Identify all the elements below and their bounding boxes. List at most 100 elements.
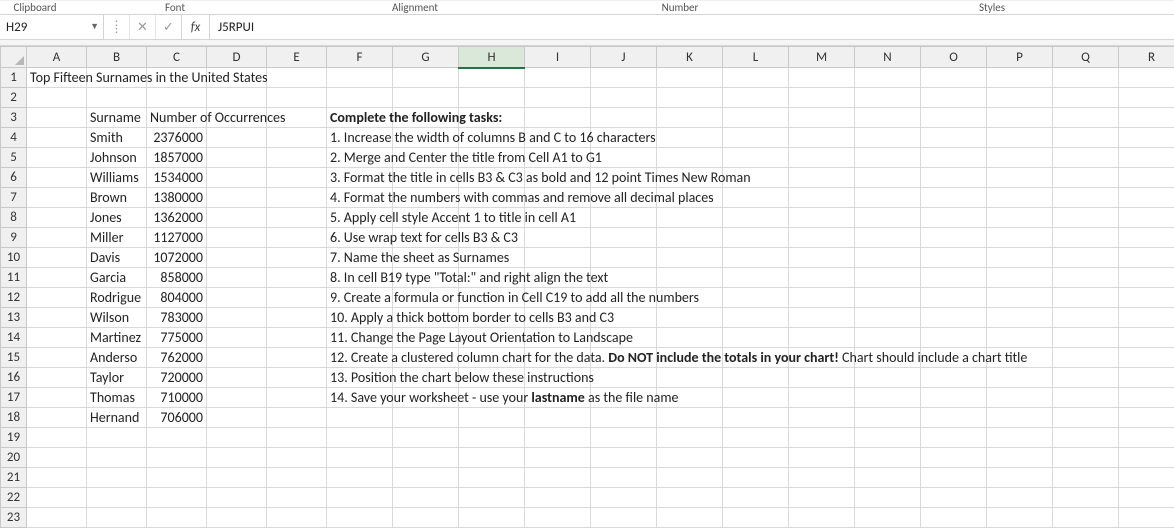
formula-input[interactable]: J5RPUI (210, 15, 1174, 39)
cell-E11[interactable] (267, 268, 327, 288)
cell-E7[interactable] (267, 188, 327, 208)
row-header-14[interactable]: 14 (1, 328, 27, 348)
cell-G22[interactable] (393, 488, 459, 508)
cell-A20[interactable] (27, 448, 87, 468)
cell-F22[interactable] (327, 488, 393, 508)
cell-P4[interactable] (987, 128, 1053, 148)
cell-M12[interactable] (789, 288, 855, 308)
cell-M3[interactable] (789, 108, 855, 128)
column-header-F[interactable]: F (327, 47, 393, 68)
cell-F12[interactable]: 9. Create a formula or function in Cell … (327, 288, 393, 308)
cell-N4[interactable] (855, 128, 921, 148)
row-header-22[interactable]: 22 (1, 488, 27, 508)
cell-O6[interactable] (921, 168, 987, 188)
cell-D17[interactable] (207, 388, 267, 408)
cell-I10[interactable] (525, 248, 591, 268)
cell-D19[interactable] (207, 428, 267, 448)
cell-L9[interactable] (723, 228, 789, 248)
cell-O19[interactable] (921, 428, 987, 448)
cell-E16[interactable] (267, 368, 327, 388)
cell-B13[interactable]: Wilson (87, 308, 147, 328)
cell-B2[interactable] (87, 88, 147, 108)
cell-E2[interactable] (267, 88, 327, 108)
cell-E5[interactable] (267, 148, 327, 168)
cell-D9[interactable] (207, 228, 267, 248)
cell-A16[interactable] (27, 368, 87, 388)
cell-O14[interactable] (921, 328, 987, 348)
cell-O17[interactable] (921, 388, 987, 408)
cell-E14[interactable] (267, 328, 327, 348)
cell-M17[interactable] (789, 388, 855, 408)
cell-D7[interactable] (207, 188, 267, 208)
cell-L5[interactable] (723, 148, 789, 168)
cell-A17[interactable] (27, 388, 87, 408)
cell-E1[interactable] (267, 68, 327, 88)
cell-F8[interactable]: 5. Apply cell style Accent 1 to title in… (327, 208, 393, 228)
cell-O21[interactable] (921, 468, 987, 488)
cell-O16[interactable] (921, 368, 987, 388)
cell-Q13[interactable] (1053, 308, 1119, 328)
cell-H21[interactable] (459, 468, 525, 488)
cell-H2[interactable] (459, 88, 525, 108)
cell-F13[interactable]: 10. Apply a thick bottom border to cells… (327, 308, 393, 328)
cell-C7[interactable]: 1380000 (147, 188, 207, 208)
cell-K22[interactable] (657, 488, 723, 508)
cell-A4[interactable] (27, 128, 87, 148)
cell-H22[interactable] (459, 488, 525, 508)
cell-G2[interactable] (393, 88, 459, 108)
cell-M5[interactable] (789, 148, 855, 168)
cell-F7[interactable]: 4. Format the numbers with commas and re… (327, 188, 393, 208)
cell-A21[interactable] (27, 468, 87, 488)
cell-F16[interactable]: 13. Position the chart below these instr… (327, 368, 393, 388)
cell-F20[interactable] (327, 448, 393, 468)
cell-J20[interactable] (591, 448, 657, 468)
cell-Q14[interactable] (1053, 328, 1119, 348)
cell-Q8[interactable] (1053, 208, 1119, 228)
cell-P3[interactable] (987, 108, 1053, 128)
cell-N10[interactable] (855, 248, 921, 268)
cell-C17[interactable]: 710000 (147, 388, 207, 408)
cell-G20[interactable] (393, 448, 459, 468)
cell-B18[interactable]: Hernand (87, 408, 147, 428)
cell-R20[interactable] (1119, 448, 1174, 468)
row-header-13[interactable]: 13 (1, 308, 27, 328)
cell-D2[interactable] (207, 88, 267, 108)
cell-I18[interactable] (525, 408, 591, 428)
cell-M8[interactable] (789, 208, 855, 228)
cell-I22[interactable] (525, 488, 591, 508)
cell-B22[interactable] (87, 488, 147, 508)
cell-C4[interactable]: 2376000 (147, 128, 207, 148)
cell-O13[interactable] (921, 308, 987, 328)
cell-A9[interactable] (27, 228, 87, 248)
cell-P20[interactable] (987, 448, 1053, 468)
cell-E20[interactable] (267, 448, 327, 468)
cell-L11[interactable] (723, 268, 789, 288)
cell-P9[interactable] (987, 228, 1053, 248)
cell-E18[interactable] (267, 408, 327, 428)
cell-E17[interactable] (267, 388, 327, 408)
cell-C8[interactable]: 1362000 (147, 208, 207, 228)
column-header-A[interactable]: A (27, 47, 87, 68)
cell-L2[interactable] (723, 88, 789, 108)
cell-N17[interactable] (855, 388, 921, 408)
cell-D11[interactable] (207, 268, 267, 288)
cell-D22[interactable] (207, 488, 267, 508)
cell-K4[interactable] (657, 128, 723, 148)
cell-Q1[interactable] (1053, 68, 1119, 88)
cell-D14[interactable] (207, 328, 267, 348)
cell-D5[interactable] (207, 148, 267, 168)
column-header-K[interactable]: K (657, 47, 723, 68)
cell-K13[interactable] (657, 308, 723, 328)
cell-Q15[interactable] (1053, 348, 1119, 368)
cell-M6[interactable] (789, 168, 855, 188)
cell-N1[interactable] (855, 68, 921, 88)
cell-Q9[interactable] (1053, 228, 1119, 248)
cell-E15[interactable] (267, 348, 327, 368)
cell-A14[interactable] (27, 328, 87, 348)
cell-L16[interactable] (723, 368, 789, 388)
cell-R15[interactable] (1119, 348, 1174, 368)
cell-R3[interactable] (1119, 108, 1174, 128)
cell-R6[interactable] (1119, 168, 1174, 188)
cell-E21[interactable] (267, 468, 327, 488)
cell-G1[interactable] (393, 68, 459, 88)
